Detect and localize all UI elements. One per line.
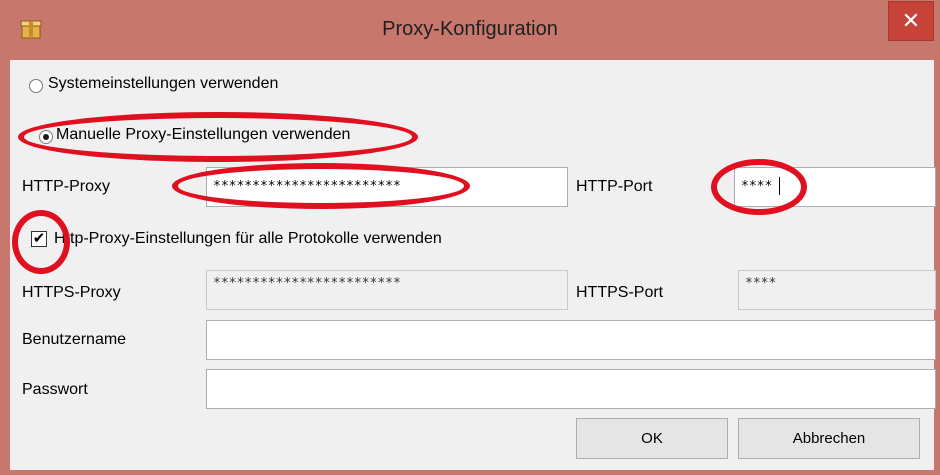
text-caret — [779, 177, 780, 195]
http-port-value: **** — [741, 179, 773, 194]
window-title: Proxy-Konfiguration — [382, 18, 558, 40]
cancel-button[interactable]: Abbrechen — [738, 418, 920, 459]
password-label: Passwort — [22, 381, 88, 398]
https-proxy-field: ************************ — [206, 270, 568, 310]
title-bar[interactable]: Proxy-Konfiguration ✕ — [0, 0, 940, 60]
use-for-all-label[interactable]: Http-Proxy-Einstellungen für alle Protok… — [54, 230, 442, 248]
http-proxy-field[interactable]: ************************ — [206, 167, 568, 207]
https-proxy-label: HTTPS-Proxy — [22, 284, 121, 301]
dialog-content: Systemeinstellungen verwenden Manuelle P… — [10, 60, 936, 470]
radio-manual-settings[interactable] — [39, 130, 53, 144]
radio-manual-label[interactable]: Manuelle Proxy-Einstellungen verwenden — [56, 126, 350, 144]
ok-button[interactable]: OK — [576, 418, 728, 459]
https-port-label: HTTPS-Port — [576, 284, 664, 301]
username-field[interactable] — [206, 320, 936, 360]
http-port-label: HTTP-Port — [576, 178, 653, 195]
http-port-field[interactable]: **** — [734, 167, 936, 207]
close-button[interactable]: ✕ — [888, 1, 934, 41]
https-port-field: **** — [738, 270, 936, 310]
radio-system-settings[interactable] — [29, 79, 43, 93]
proxy-config-window: Proxy-Konfiguration ✕ Systemeinstellunge… — [0, 0, 940, 475]
close-icon: ✕ — [901, 8, 921, 33]
use-for-all-checkbox[interactable]: ✔ — [31, 231, 47, 247]
username-label: Benutzername — [22, 331, 127, 348]
radio-system-label[interactable]: Systemeinstellungen verwenden — [48, 75, 278, 93]
password-field[interactable] — [206, 369, 936, 409]
http-proxy-label: HTTP-Proxy — [22, 178, 110, 195]
